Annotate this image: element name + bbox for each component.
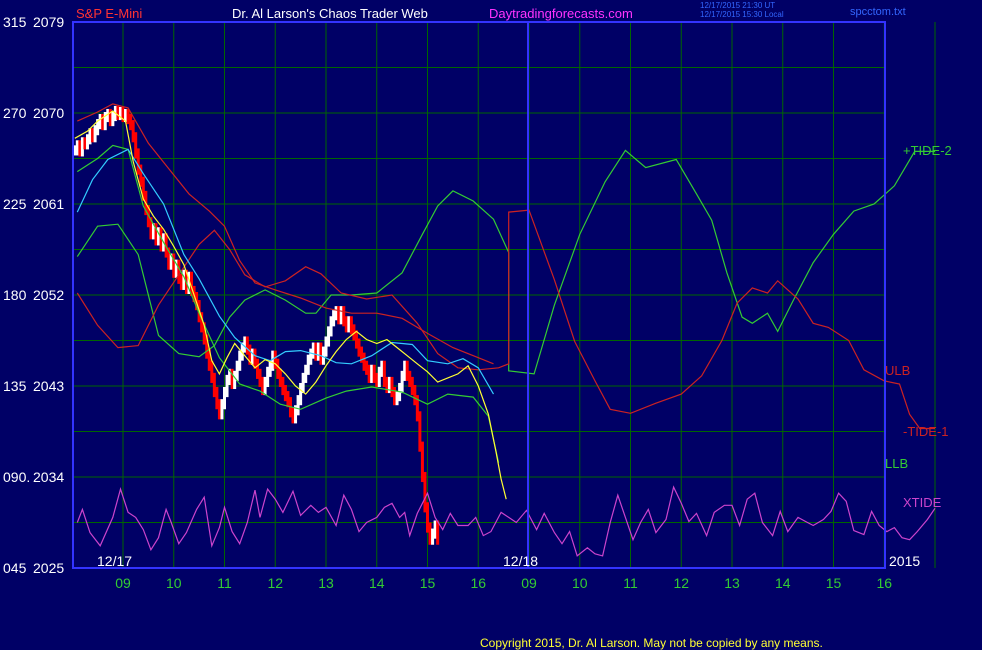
series-label: XTIDE (903, 495, 942, 510)
series-label: +TIDE-2 (903, 143, 952, 158)
x-tick-hour: 16 (470, 575, 486, 591)
x-tick-hour: 15 (826, 575, 842, 591)
x-tick-hour: 14 (369, 575, 385, 591)
x-tick-hour: 09 (115, 575, 131, 591)
y-tick-left: 090. (3, 469, 30, 485)
x-tick-hour: 10 (166, 575, 182, 591)
date-label: 12/18 (503, 553, 538, 569)
y-tick-price: 2043 (33, 378, 64, 394)
series-label: LLB (885, 456, 908, 471)
y-tick-left: 135 (3, 378, 27, 394)
y-tick-left: 225 (3, 196, 27, 212)
copyright-notice: Copyright 2015, Dr. Al Larson. May not b… (480, 636, 823, 650)
x-tick-hour: 12 (267, 575, 283, 591)
data-file-name: spcctom.txt (850, 6, 906, 18)
y-tick-price: 2025 (33, 560, 64, 576)
y-tick-left: 180 (3, 287, 27, 303)
y-tick-left: 270 (3, 105, 27, 121)
timestamp-local: 12/17/2015 15:30 Local (700, 10, 784, 19)
y-tick-price: 2079 (33, 14, 64, 30)
y-tick-price: 2052 (33, 287, 64, 303)
instrument-label: S&P E-Mini (76, 6, 143, 21)
date-label: 12/17 (97, 553, 132, 569)
x-tick-hour: 10 (572, 575, 588, 591)
x-tick-hour: 15 (420, 575, 436, 591)
series-label: -TIDE-1 (903, 424, 949, 439)
y-tick-price: 2061 (33, 196, 64, 212)
x-tick-hour: 12 (673, 575, 689, 591)
x-tick-hour: 16 (876, 575, 892, 591)
x-tick-hour: 14 (775, 575, 791, 591)
right-series-labels: +TIDE-2 ULB -TIDE-1 LLB XTIDE (885, 143, 952, 510)
series-label: ULB (885, 363, 910, 378)
x-tick-hour: 13 (724, 575, 740, 591)
site-title: Dr. Al Larson's Chaos Trader Web (232, 6, 428, 21)
y-tick-left: 045 (3, 560, 27, 576)
y-axis-ticks: 315 2079270 2070225 2061180 2052135 2043090. 2… (3, 14, 64, 576)
x-tick-hour: 09 (521, 575, 537, 591)
chart-canvas: 315 2079270 2070225 2061180 2052135 2043090. 2… (3, 14, 952, 591)
site-url-link[interactable]: Daytradingforecasts.com (489, 6, 633, 21)
x-tick-hour: 13 (318, 575, 334, 591)
x-tick-hour: 11 (217, 575, 232, 591)
y-tick-left: 315 (3, 14, 27, 30)
timestamp-ut: 12/17/2015 21:30 UT (700, 1, 776, 10)
year-label: 2015 (889, 553, 920, 569)
x-tick-hour: 11 (623, 575, 638, 591)
y-tick-price: 2034 (33, 469, 64, 485)
y-tick-price: 2070 (33, 105, 64, 121)
